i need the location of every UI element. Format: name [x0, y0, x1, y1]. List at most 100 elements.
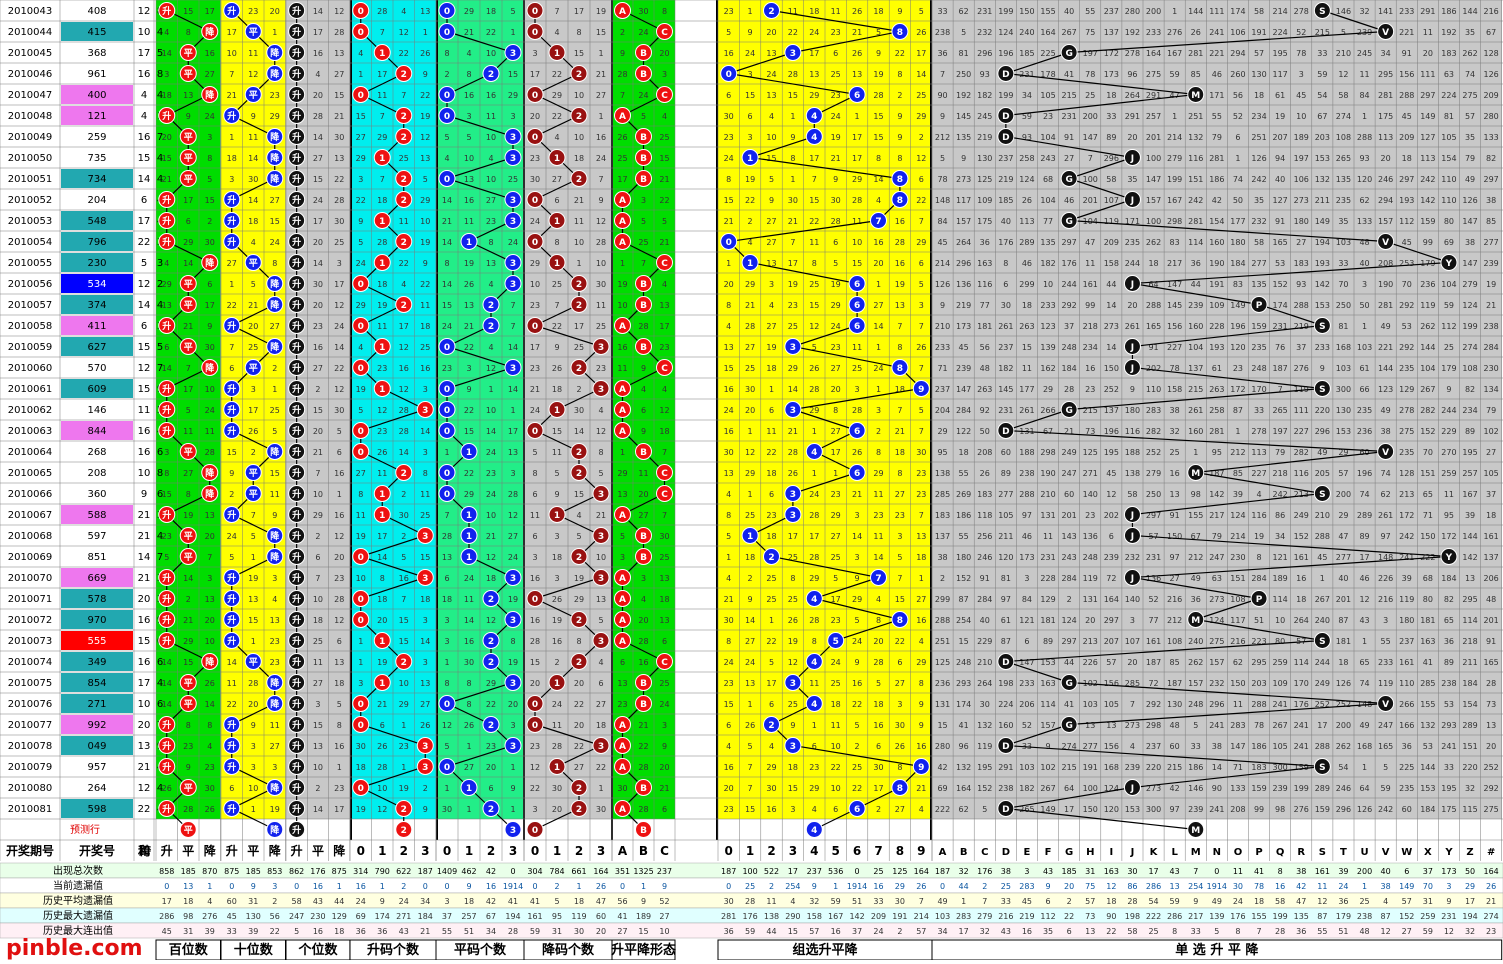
miss-value-group: 28	[809, 553, 819, 562]
miss-value-tens: 29	[270, 112, 280, 121]
miss-value-flatcount: 11	[464, 217, 474, 226]
sum-cell: 21	[138, 531, 151, 542]
section-col-header-upcount: 0	[357, 844, 365, 858]
stats-current: 12	[1106, 882, 1116, 891]
miss-value-single: 265	[1273, 406, 1288, 415]
miss-value-single: 239	[1188, 805, 1203, 814]
miss-value-single: 1	[1235, 154, 1240, 163]
miss-value-group: 15	[745, 805, 755, 814]
stats-current: 29	[895, 882, 905, 891]
miss-value-single: 259	[1273, 658, 1288, 667]
header-left-label: 开奖期号	[6, 843, 54, 858]
miss-value-group: 15	[873, 112, 883, 121]
section-col-header-upcount: 3	[421, 844, 429, 858]
miss-value-shape: 6	[662, 637, 667, 646]
miss-value-single: 97	[1381, 532, 1391, 541]
number-cell: 609	[87, 384, 106, 395]
miss-value-hundreds: 23	[162, 532, 172, 541]
miss-value-tens: 14	[248, 154, 258, 163]
ball-label-upcount: 0	[358, 427, 364, 437]
stats-current: 26	[916, 882, 926, 891]
miss-value-single: 192	[956, 91, 971, 100]
miss-value-group: 16	[766, 805, 776, 814]
stats-current: 13	[183, 882, 193, 891]
miss-value-hundreds: 14	[162, 700, 172, 709]
period-cell: 2010054	[8, 237, 53, 248]
miss-value-single: 44	[1191, 280, 1201, 289]
number-cell: 400	[87, 90, 106, 101]
section-col-header-upcount: 2	[400, 844, 408, 858]
ball-label-downcount: 1	[554, 763, 560, 773]
miss-value-single: 20	[1486, 742, 1496, 751]
miss-value-upcount: 1	[358, 658, 363, 667]
miss-value-single: 36	[1444, 637, 1454, 646]
stats-current: 0	[229, 882, 234, 891]
miss-value-downcount: 29	[574, 595, 584, 604]
miss-value-group: 23	[916, 469, 926, 478]
miss-value-group: 21	[852, 28, 862, 37]
sum-cell: 13	[138, 741, 151, 752]
miss-value-single: 45	[1317, 553, 1327, 562]
miss-value-single: 235	[1336, 196, 1351, 205]
number-cell: 268	[87, 447, 106, 458]
sum-cell: 12	[138, 6, 151, 17]
number-cell: 049	[87, 741, 106, 752]
miss-value-single: 33	[1338, 259, 1348, 268]
ball-label-upcount: 2	[401, 658, 407, 668]
miss-value-single: 289	[1019, 238, 1034, 247]
miss-value-single: 65	[1359, 658, 1369, 667]
miss-value-single: 256	[977, 532, 992, 541]
stats-occurrence: 40	[1381, 867, 1391, 876]
miss-value-upcount: 12	[420, 133, 430, 142]
section-col-header-flatcount: 2	[487, 844, 495, 858]
stats-filler: 51	[1338, 927, 1348, 936]
stats-occurrence: 125	[892, 867, 907, 876]
miss-value-downcount: 6	[554, 196, 559, 205]
miss-value-downcount: 28	[596, 238, 606, 247]
miss-value-single: 150	[1019, 7, 1034, 16]
miss-value-single: 1	[1362, 112, 1367, 121]
forecast-label: 预测行	[70, 823, 100, 836]
ball-label-flatcount: 0	[444, 28, 450, 38]
miss-value-downcount: 17	[574, 322, 584, 331]
miss-value-shape: 29	[617, 469, 627, 478]
miss-value-single: 45	[959, 343, 969, 352]
miss-value-hundreds: 23	[205, 763, 215, 772]
miss-value-group: 1	[790, 112, 795, 121]
miss-value-hundreds: 5	[164, 553, 169, 562]
miss-value-group: 5	[919, 406, 924, 415]
miss-value-single: 124	[1230, 511, 1245, 520]
miss-value-single: 1	[1362, 763, 1367, 772]
miss-value-single: 7	[1130, 700, 1135, 709]
miss-value-units: 5	[337, 427, 342, 436]
miss-value-single: 186	[1209, 175, 1224, 184]
miss-value-flatcount: 21	[442, 217, 452, 226]
stats-current: 0	[726, 882, 731, 891]
miss-value-flatcount: 14	[442, 196, 452, 205]
miss-value-single: 125	[977, 175, 992, 184]
miss-value-single: 1	[1235, 427, 1240, 436]
miss-value-upcount: 9	[423, 805, 428, 814]
miss-value-shape: 25	[659, 133, 669, 142]
ball-label-upcount: 2	[401, 112, 407, 122]
miss-value-flatcount: 14	[508, 385, 518, 394]
ball-label-group: 8	[897, 28, 903, 38]
miss-value-single: 230	[1484, 364, 1499, 373]
miss-value-downcount: 10	[596, 553, 606, 562]
miss-value-downcount: 19	[552, 616, 562, 625]
miss-value-group: 4	[769, 742, 774, 751]
miss-value-group: 28	[852, 196, 862, 205]
stats-filler: 176	[1230, 912, 1245, 921]
miss-value-single: 142	[1209, 490, 1224, 499]
stats-filler: 30	[574, 927, 584, 936]
miss-value-shape: 4	[641, 595, 646, 604]
ball-label-group: 4	[811, 595, 817, 605]
stats-filler: 198	[1125, 912, 1140, 921]
miss-value-flatcount: 1	[444, 448, 449, 457]
miss-value-single: 291	[1420, 7, 1435, 16]
miss-value-single: 238	[1441, 679, 1456, 688]
ball-label-tens: 升	[227, 509, 236, 521]
miss-value-units: 3	[315, 700, 320, 709]
miss-value-flatcount: 19	[464, 259, 474, 268]
miss-value-single: 244	[1125, 259, 1140, 268]
